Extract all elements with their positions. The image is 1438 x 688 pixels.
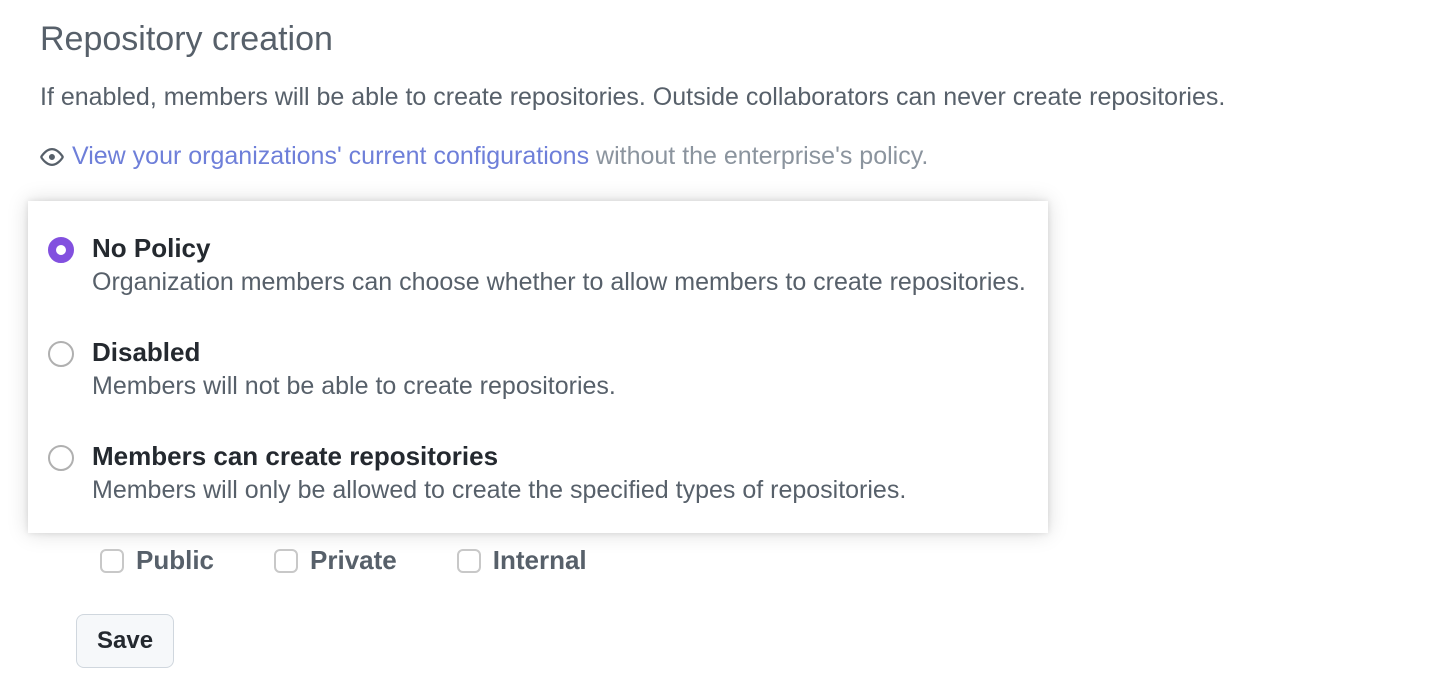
policy-radio-group: No Policy Organization members can choos… [28, 201, 1048, 533]
radio-desc-no-policy: Organization members can choose whether … [92, 268, 1026, 297]
checkbox-label-private: Private [310, 545, 397, 576]
section-title: Repository creation [40, 20, 1398, 59]
eye-icon [40, 145, 64, 169]
checkbox-public[interactable]: Public [100, 545, 214, 576]
view-config-row: View your organizations' current configu… [40, 142, 1398, 171]
checkbox-input-public[interactable] [100, 549, 124, 573]
radio-input-no-policy[interactable] [48, 237, 74, 263]
radio-option-disabled[interactable]: Disabled Members will not be able to cre… [28, 317, 1048, 421]
radio-option-members-can-create[interactable]: Members can create repositories Members … [28, 421, 1048, 511]
save-button[interactable]: Save [76, 614, 174, 668]
checkbox-label-internal: Internal [493, 545, 587, 576]
checkbox-input-private[interactable] [274, 549, 298, 573]
checkbox-label-public: Public [136, 545, 214, 576]
checkbox-input-internal[interactable] [457, 549, 481, 573]
radio-label-disabled: Disabled [92, 337, 616, 368]
radio-desc-disabled: Members will not be able to create repos… [92, 372, 616, 401]
radio-input-members-can-create[interactable] [48, 445, 74, 471]
repo-type-checkboxes: Public Private Internal [40, 533, 1398, 576]
checkbox-private[interactable]: Private [274, 545, 397, 576]
radio-label-no-policy: No Policy [92, 233, 1026, 264]
radio-desc-members-can-create: Members will only be allowed to create t… [92, 476, 906, 505]
radio-input-disabled[interactable] [48, 341, 74, 367]
radio-label-members-can-create: Members can create repositories [92, 441, 906, 472]
view-config-link[interactable]: View your organizations' current configu… [72, 142, 589, 170]
view-config-suffix: without the enterprise's policy. [589, 142, 928, 170]
section-description: If enabled, members will be able to crea… [40, 83, 1398, 112]
checkbox-internal[interactable]: Internal [457, 545, 587, 576]
radio-option-no-policy[interactable]: No Policy Organization members can choos… [28, 223, 1048, 317]
